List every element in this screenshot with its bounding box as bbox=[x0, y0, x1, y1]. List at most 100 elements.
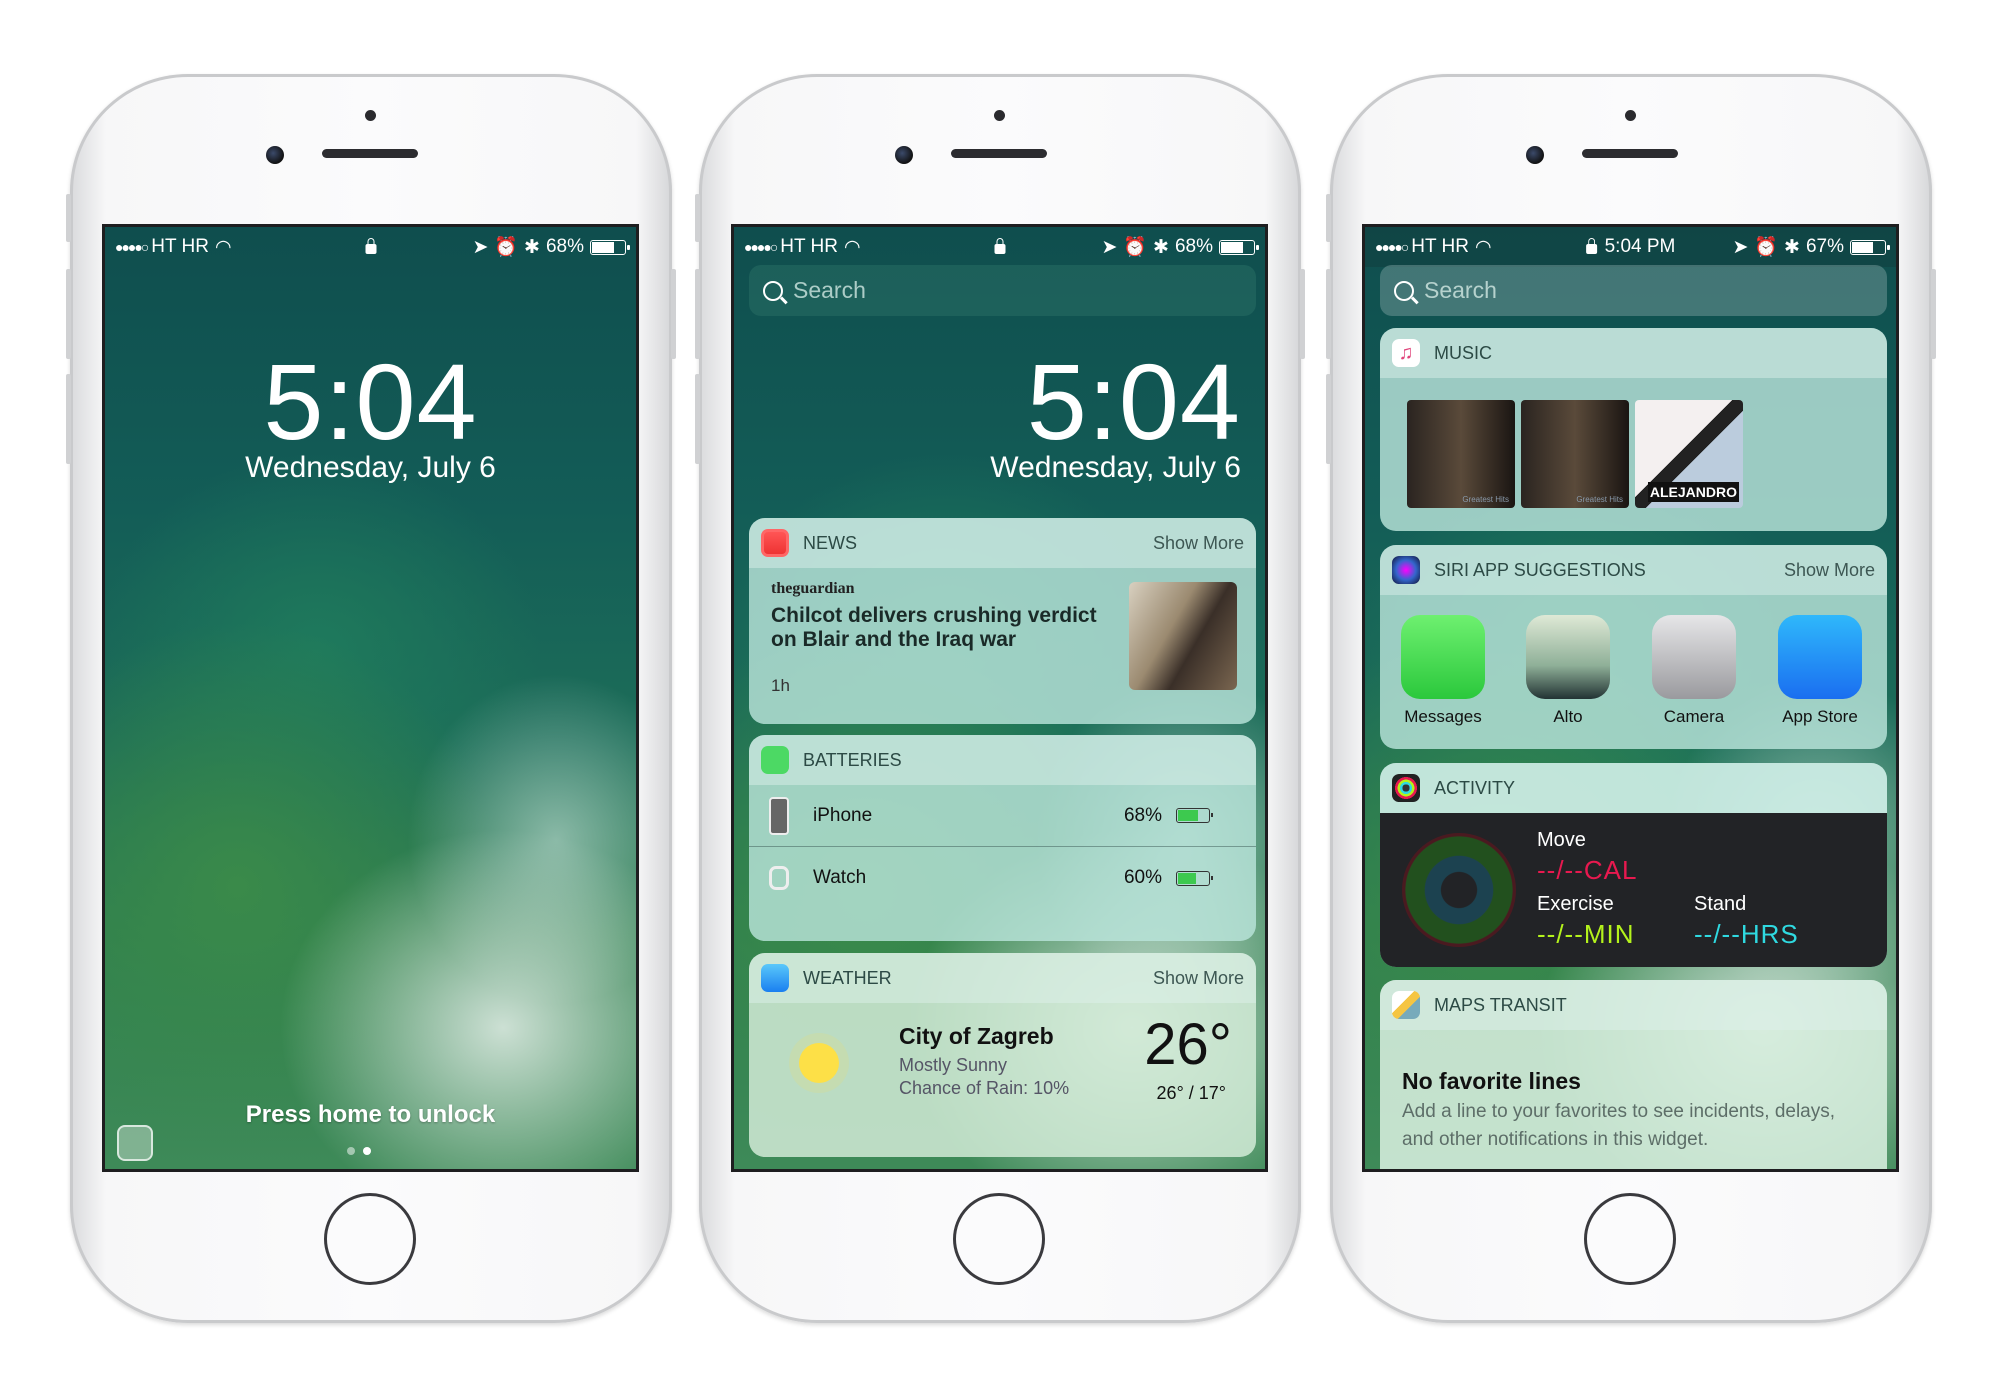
page-indicator[interactable] bbox=[347, 1147, 371, 1155]
album-cover[interactable]: Greatest Hits bbox=[1521, 400, 1629, 508]
album-cover[interactable]: Greatest Hits bbox=[1407, 400, 1515, 508]
earpiece-speaker bbox=[1582, 149, 1678, 158]
siri-icon bbox=[1392, 556, 1420, 584]
search-placeholder: Search bbox=[1424, 277, 1497, 303]
screen: ●●●●○ HT HR ◠ 5:04 PM ➤ ⏰ ✱ 67% Search ♫ MU… bbox=[1362, 224, 1899, 1172]
maps-app-icon bbox=[1392, 991, 1420, 1019]
lock-icon bbox=[994, 238, 1005, 254]
location-icon: ➤ bbox=[1732, 236, 1749, 258]
album-label: Greatest Hits bbox=[1576, 495, 1623, 504]
watch-device-icon bbox=[769, 866, 789, 890]
maps-empty-title: No favorite lines bbox=[1402, 1068, 1581, 1094]
widget-title: BATTERIES bbox=[803, 749, 902, 770]
status-bar: ●●●●○ HT HR ◠ ➤ ⏰ ✱ 68% bbox=[734, 227, 1265, 267]
batteries-widget: BATTERIES iPhone 68% Watch 60% bbox=[749, 735, 1256, 941]
app-camera[interactable]: Camera bbox=[1649, 615, 1739, 727]
news-widget[interactable]: NEWS Show More theguardian Chilcot delive… bbox=[749, 518, 1256, 724]
battery-percent: 68% bbox=[545, 236, 584, 257]
show-more-button[interactable]: Show More bbox=[1153, 533, 1244, 554]
app-label: Camera bbox=[1663, 707, 1725, 726]
bluetooth-icon: ✱ bbox=[1153, 236, 1169, 258]
wifi-icon: ◠ bbox=[844, 236, 861, 258]
iphone-device-icon bbox=[769, 796, 789, 835]
carrier: HT HR bbox=[1411, 236, 1469, 257]
volume-up-button bbox=[66, 269, 71, 359]
battery-bar bbox=[1176, 808, 1213, 823]
device-battery-level: 68% bbox=[1123, 804, 1162, 826]
power-button bbox=[1300, 269, 1305, 359]
clock: 5:04 bbox=[263, 341, 478, 462]
battery-percent: 68% bbox=[1174, 236, 1213, 257]
widget-title: NEWS bbox=[803, 532, 857, 553]
lock-icon bbox=[1585, 238, 1597, 254]
front-camera bbox=[895, 146, 913, 164]
home-button[interactable] bbox=[953, 1193, 1045, 1285]
search-field[interactable]: Search bbox=[1380, 265, 1887, 316]
unlock-hint: Press home to unlock bbox=[245, 1101, 496, 1128]
proximity-sensor bbox=[365, 110, 376, 121]
battery-row-iphone: iPhone 68% bbox=[749, 785, 1256, 847]
power-button bbox=[671, 269, 676, 359]
weather-app-icon bbox=[761, 964, 789, 992]
widget-title: ACTIVITY bbox=[1434, 777, 1516, 798]
status-bar: ●●●●○ HT HR ◠ 5:04 PM ➤ ⏰ ✱ 67% bbox=[1365, 227, 1896, 267]
screen: ●●●●○ HT HR ◠ ➤ ⏰ ✱ 68% Search 5:04 Wednes… bbox=[731, 224, 1268, 1172]
battery-row-watch: Watch 60% bbox=[749, 847, 1256, 909]
album-label: ALEJANDRO bbox=[1647, 482, 1739, 502]
move-label: Move bbox=[1537, 829, 1586, 851]
battery-icon bbox=[590, 239, 630, 255]
sunny-icon bbox=[799, 1043, 839, 1083]
news-app-icon bbox=[761, 529, 789, 557]
wifi-icon: ◠ bbox=[1475, 236, 1492, 258]
battery-percent: 67% bbox=[1805, 236, 1844, 257]
app-store-icon bbox=[1778, 615, 1862, 699]
app-alto[interactable]: Alto bbox=[1523, 615, 1613, 727]
activity-app-icon bbox=[1392, 774, 1420, 802]
battery-icon bbox=[1850, 239, 1890, 255]
widget-title: SIRI APP SUGGESTIONS bbox=[1434, 559, 1646, 580]
battery-bar bbox=[1176, 870, 1213, 886]
device-name: Watch bbox=[813, 867, 867, 888]
home-button[interactable] bbox=[1584, 1193, 1676, 1285]
stand-value: --/--HRS bbox=[1694, 919, 1799, 949]
status-time: 5:04 PM bbox=[1604, 236, 1676, 257]
show-more-button[interactable]: Show More bbox=[1784, 560, 1875, 581]
proximity-sensor bbox=[994, 110, 1005, 121]
maps-transit-widget: MAPS TRANSIT No favorite lines Add a lin… bbox=[1380, 980, 1887, 1169]
messages-icon bbox=[1401, 615, 1485, 699]
earpiece-speaker bbox=[322, 149, 418, 158]
camera-shortcut-icon[interactable] bbox=[117, 1125, 153, 1161]
show-more-button[interactable]: Show More bbox=[1153, 968, 1244, 989]
activity-rings bbox=[1402, 833, 1516, 947]
music-widget: ♫ MUSIC Greatest Hits Greatest Hits ALEJA… bbox=[1380, 328, 1887, 531]
batteries-app-icon bbox=[761, 746, 789, 774]
iphone-lock-screen: ●●●●○ HT HR ◠ ➤ ⏰ ✱ 68% 5:04 Wednesday, Ju… bbox=[66, 74, 676, 1323]
news-source: theguardian bbox=[771, 580, 855, 597]
clock: 5:04 bbox=[1026, 341, 1241, 462]
alarm-icon: ⏰ bbox=[1123, 237, 1148, 258]
bluetooth-icon: ✱ bbox=[1784, 236, 1800, 258]
location-icon: ➤ bbox=[472, 236, 489, 258]
activity-widget[interactable]: ACTIVITY Move --/--CAL Exercise --/--MIN… bbox=[1380, 763, 1887, 967]
wifi-icon: ◠ bbox=[215, 236, 232, 258]
app-messages[interactable]: Messages bbox=[1398, 615, 1488, 727]
news-thumbnail bbox=[1129, 582, 1237, 690]
search-field[interactable]: Search bbox=[749, 265, 1256, 316]
signal-icon: ●●●●○ bbox=[1375, 239, 1409, 255]
news-headline[interactable]: Chilcot delivers crushing verdict on Bla… bbox=[771, 604, 1116, 652]
carrier: HT HR bbox=[780, 236, 838, 257]
home-button[interactable] bbox=[324, 1193, 416, 1285]
earpiece-speaker bbox=[951, 149, 1047, 158]
bluetooth-icon: ✱ bbox=[524, 236, 540, 258]
mute-switch bbox=[66, 194, 71, 242]
app-app-store[interactable]: App Store bbox=[1775, 615, 1865, 727]
front-camera bbox=[1526, 146, 1544, 164]
volume-up-button bbox=[695, 269, 700, 359]
front-camera bbox=[266, 146, 284, 164]
maps-empty-body: Add a line to your favorites to see inci… bbox=[1402, 1101, 1836, 1150]
weather-widget[interactable]: WEATHER Show More City of Zagreb Mostly S… bbox=[749, 953, 1256, 1157]
app-label: Alto bbox=[1553, 707, 1583, 726]
weather-high-low: 26° / 17° bbox=[1156, 1083, 1226, 1103]
album-cover[interactable]: ALEJANDRO bbox=[1635, 400, 1743, 508]
lock-icon bbox=[365, 238, 376, 254]
